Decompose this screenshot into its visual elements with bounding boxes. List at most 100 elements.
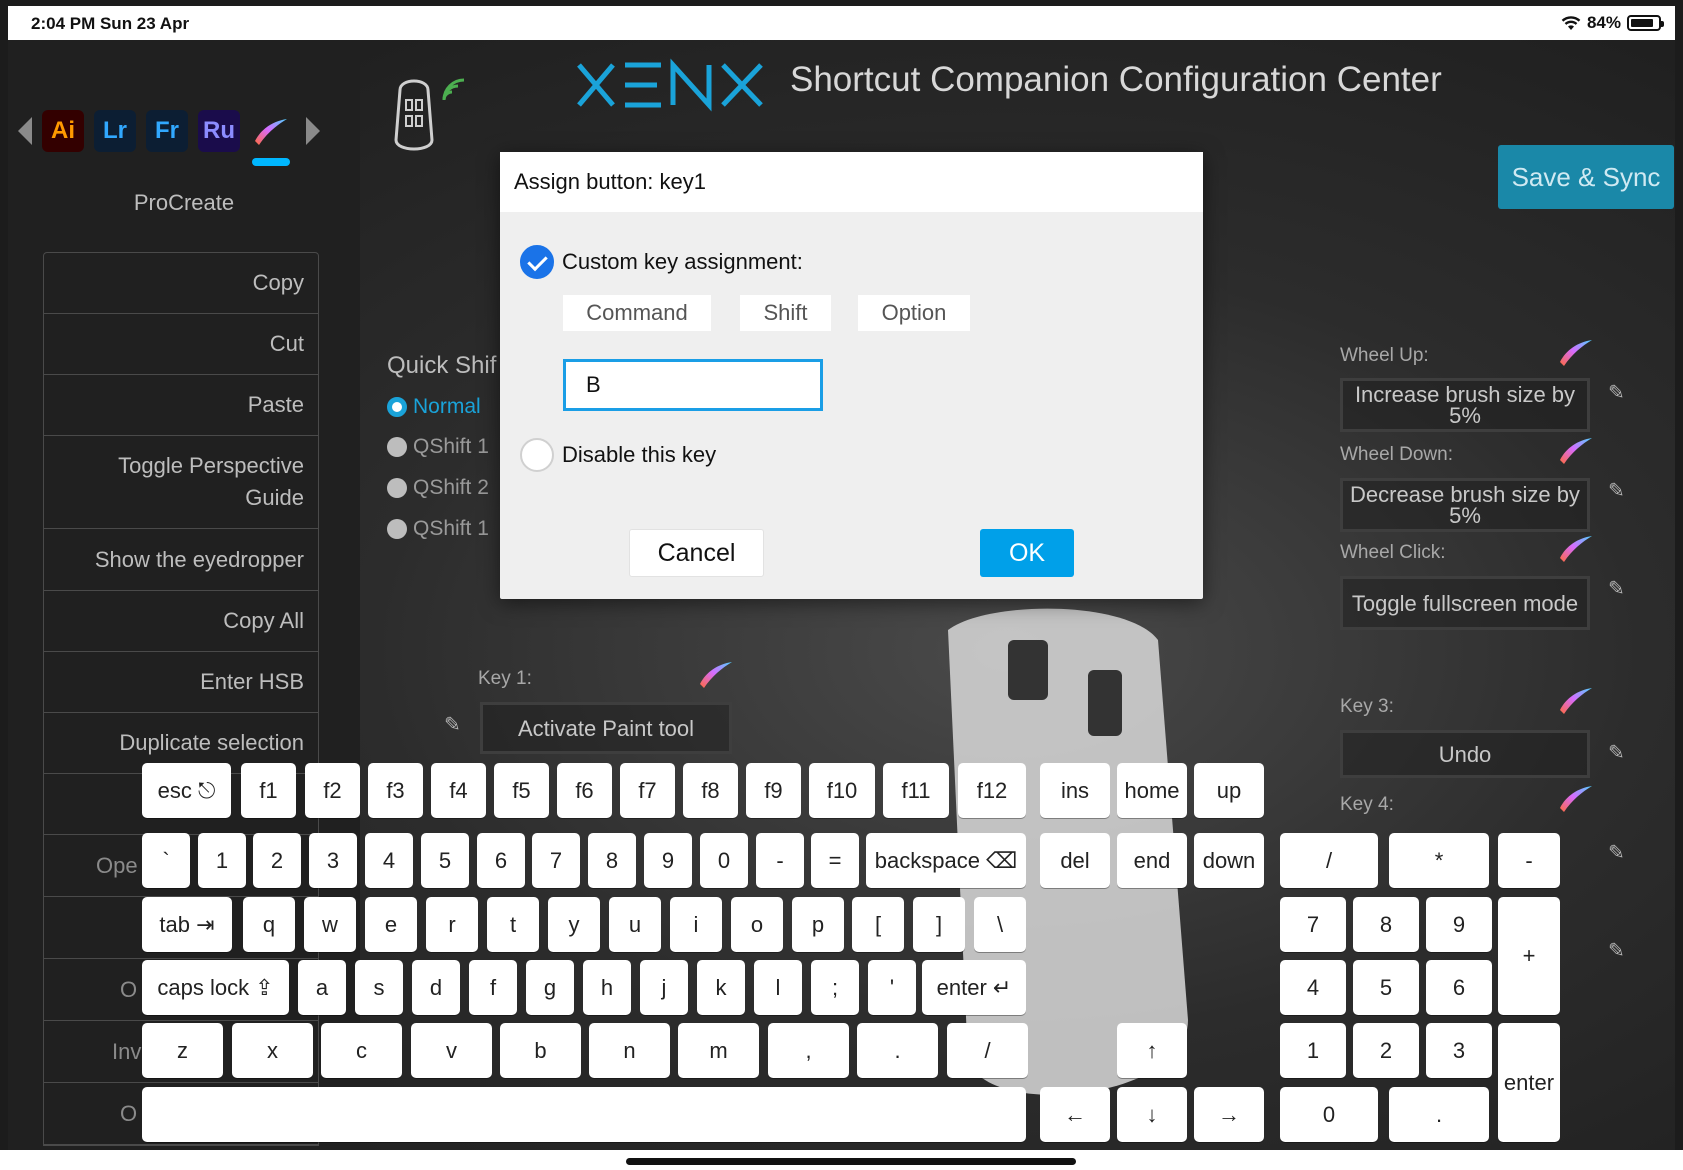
key-number-row[interactable]: 6 (477, 833, 525, 888)
pencil-icon[interactable]: ✎ (1608, 740, 1630, 764)
command-modifier-button[interactable]: Command (563, 295, 711, 331)
key-letter[interactable]: o (731, 897, 783, 952)
shortcut-item[interactable]: Enter HSB (44, 652, 318, 713)
key-numpad[interactable]: 1 (1280, 1023, 1346, 1078)
pencil-icon[interactable]: ✎ (1608, 478, 1630, 502)
key-numpad[interactable]: - (1498, 833, 1560, 888)
shift-modifier-button[interactable]: Shift (740, 295, 831, 331)
key-number-row[interactable]: 1 (198, 833, 246, 888)
key-letter[interactable]: v (411, 1023, 492, 1078)
key-nav[interactable]: down (1194, 833, 1264, 888)
key-number-row[interactable]: - (756, 833, 804, 888)
key-fn[interactable]: f7 (620, 763, 675, 818)
key-arrow-right[interactable]: → (1194, 1087, 1264, 1142)
key-numpad-enter[interactable]: enter (1498, 1023, 1560, 1142)
key-number-row[interactable]: 7 (532, 833, 580, 888)
key-input[interactable] (563, 359, 823, 411)
key-caps-lock[interactable]: caps lock ⇪ (142, 960, 289, 1015)
key-fn[interactable]: f2 (305, 763, 360, 818)
key-letter[interactable]: ] (913, 897, 965, 952)
key-fn[interactable]: f11 (883, 763, 949, 818)
key-number-row[interactable]: 8 (588, 833, 636, 888)
shortcut-item[interactable]: Show the eyedropper (44, 529, 318, 591)
quick-shift-option[interactable]: Normal (387, 395, 481, 419)
key-letter[interactable]: g (526, 960, 574, 1015)
key-letter[interactable]: n (589, 1023, 670, 1078)
key-number-row[interactable]: 9 (644, 833, 692, 888)
key-letter[interactable]: j (640, 960, 688, 1015)
prev-app-arrow-icon[interactable] (18, 117, 32, 145)
save-sync-button[interactable]: Save & Sync (1498, 145, 1674, 209)
app-icon-ru[interactable]: Ru (198, 110, 240, 152)
key-letter[interactable]: l (754, 960, 802, 1015)
key-letter[interactable]: p (792, 897, 844, 952)
wheel-up-assignment-box[interactable]: Increase brush size by 5% (1340, 378, 1590, 432)
key-arrow-down[interactable]: ↓ (1117, 1087, 1187, 1142)
key-numpad[interactable]: 4 (1280, 960, 1346, 1015)
key-letter[interactable]: , (768, 1023, 849, 1078)
pencil-icon[interactable]: ✎ (1608, 576, 1630, 600)
custom-key-option[interactable]: Custom key assignment: (520, 245, 803, 279)
key-numpad[interactable]: 2 (1353, 1023, 1419, 1078)
key-fn[interactable]: f12 (958, 763, 1026, 818)
key-nav[interactable]: home (1117, 763, 1187, 818)
key-nav[interactable]: end (1117, 833, 1187, 888)
option-modifier-button[interactable]: Option (858, 295, 970, 331)
key-letter[interactable]: d (412, 960, 460, 1015)
key-numpad[interactable]: . (1389, 1087, 1489, 1142)
key-number-row[interactable]: 3 (309, 833, 357, 888)
key-letter[interactable]: f (469, 960, 517, 1015)
key-letter[interactable]: ' (868, 960, 916, 1015)
key-number-row[interactable]: = (811, 833, 859, 888)
key-arrow-left[interactable]: ← (1040, 1087, 1110, 1142)
key-letter[interactable]: \ (974, 897, 1026, 952)
unchecked-circle-icon[interactable] (520, 438, 554, 472)
wheel-click-assignment-box[interactable]: Toggle fullscreen mode (1340, 576, 1590, 630)
key-fn[interactable]: f3 (368, 763, 423, 818)
key-fn[interactable]: f10 (809, 763, 875, 818)
quick-shift-option[interactable]: QShift 1 (387, 517, 489, 541)
key-numpad[interactable]: 5 (1353, 960, 1419, 1015)
app-icon-fr[interactable]: Fr (146, 110, 188, 152)
key-fn[interactable]: f1 (241, 763, 296, 818)
key-letter[interactable]: w (304, 897, 356, 952)
quick-shift-option[interactable]: QShift 1 (387, 435, 489, 459)
key-letter[interactable]: y (548, 897, 600, 952)
key-nav[interactable]: ins (1040, 763, 1110, 818)
key-fn[interactable]: esc ⎋ (142, 763, 231, 818)
key-letter[interactable]: e (365, 897, 417, 952)
pencil-icon[interactable]: ✎ (1608, 380, 1630, 404)
key1-assignment-box[interactable]: Activate Paint tool (480, 702, 732, 754)
key-fn[interactable]: f8 (683, 763, 738, 818)
key-letter[interactable]: m (678, 1023, 759, 1078)
app-icon-ai[interactable]: Ai (42, 110, 84, 152)
key3-assignment-box[interactable]: Undo (1340, 730, 1590, 778)
procreate-brush-icon[interactable] (250, 110, 292, 166)
pencil-icon[interactable]: ✎ (444, 712, 466, 736)
key-numpad-plus[interactable]: + (1498, 897, 1560, 1015)
disable-key-option[interactable]: Disable this key (520, 438, 716, 472)
key-numpad[interactable]: / (1280, 833, 1378, 888)
key-arrow-up[interactable]: ↑ (1117, 1023, 1187, 1078)
key-letter[interactable]: x (232, 1023, 313, 1078)
key-letter[interactable]: k (697, 960, 745, 1015)
key-space[interactable] (142, 1087, 1026, 1142)
key-fn[interactable]: f6 (557, 763, 612, 818)
pencil-icon[interactable]: ✎ (1608, 938, 1630, 962)
key-numpad[interactable]: 9 (1426, 897, 1492, 952)
key-numpad[interactable]: 3 (1426, 1023, 1492, 1078)
key-number-row[interactable]: backspace ⌫ (866, 833, 1026, 888)
shortcut-item[interactable]: Copy (44, 253, 318, 314)
key-enter[interactable]: enter ↵ (922, 960, 1026, 1015)
key-letter[interactable]: . (857, 1023, 938, 1078)
wheel-down-assignment-box[interactable]: Decrease brush size by 5% (1340, 478, 1590, 532)
key-number-row[interactable]: 4 (365, 833, 413, 888)
key-letter[interactable]: i (670, 897, 722, 952)
key-letter[interactable]: b (500, 1023, 581, 1078)
key-numpad[interactable]: 6 (1426, 960, 1492, 1015)
key-number-row[interactable]: 5 (421, 833, 469, 888)
key-letter[interactable]: h (583, 960, 631, 1015)
key-nav[interactable]: up (1194, 763, 1264, 818)
key-letter[interactable]: [ (852, 897, 904, 952)
key-tab[interactable]: tab ⇥ (142, 897, 232, 952)
